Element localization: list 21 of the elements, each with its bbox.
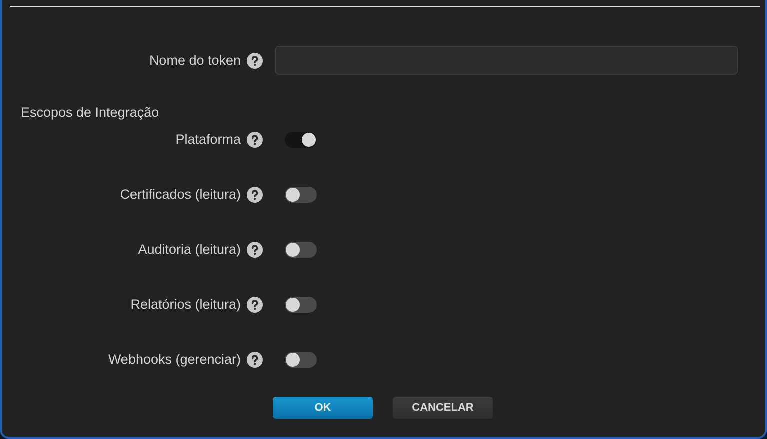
section-heading: Escopos de Integração — [21, 105, 160, 120]
toggle-switch[interactable] — [285, 296, 317, 312]
help-icon[interactable] — [247, 186, 263, 202]
scope-label: Auditoria (leitura) — [138, 242, 241, 257]
scope-label: Relatórios (leitura) — [130, 297, 241, 312]
scope-label: Webhooks (gerenciar) — [108, 352, 241, 367]
toggle-switch[interactable] — [285, 132, 317, 148]
help-icon[interactable] — [247, 296, 263, 312]
toggle-switch[interactable] — [285, 186, 317, 202]
token-name-label: Nome do token — [148, 53, 241, 68]
toggle-switch[interactable] — [285, 352, 317, 368]
help-icon[interactable] — [247, 352, 263, 368]
scope-label: Certificados (leitura) — [120, 187, 241, 202]
help-icon[interactable] — [247, 132, 263, 148]
help-icon[interactable] — [247, 242, 263, 258]
help-icon[interactable] — [247, 52, 263, 68]
ok-button[interactable]: OK — [273, 397, 373, 419]
scope-label: Plataforma — [176, 132, 241, 147]
toggle-switch[interactable] — [285, 242, 317, 258]
token-name-field[interactable] — [275, 46, 738, 75]
cancel-button[interactable]: CANCELAR — [393, 397, 493, 419]
